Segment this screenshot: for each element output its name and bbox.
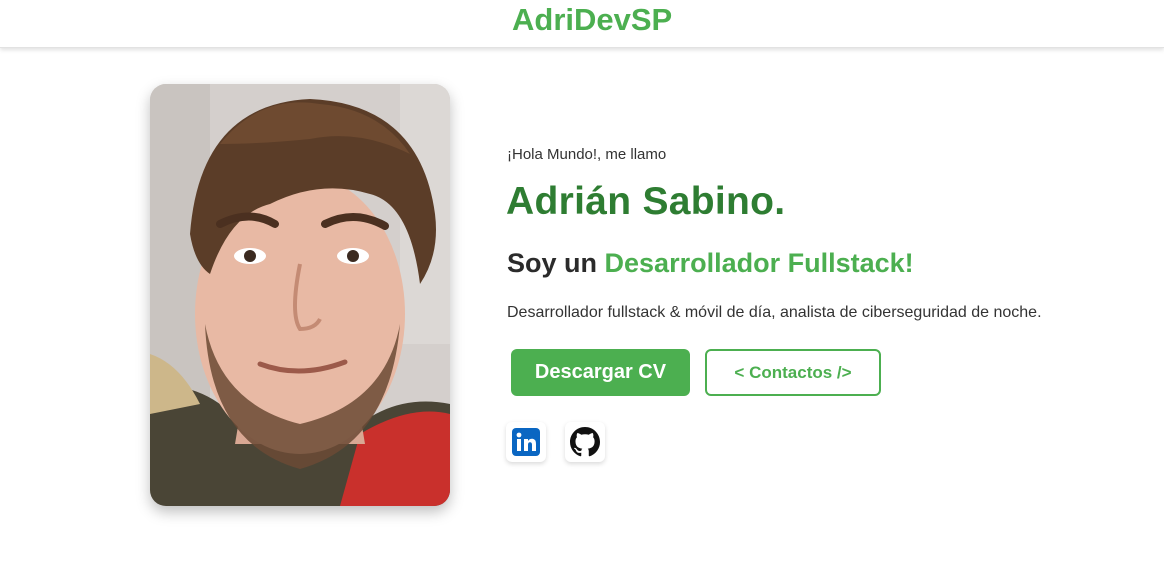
profile-photo	[150, 84, 450, 506]
profile-photo-illustration	[150, 84, 450, 506]
github-link[interactable]	[565, 422, 605, 462]
download-cv-button[interactable]: Descargar CV	[511, 349, 690, 396]
hero-role-highlight: Desarrollador Fullstack!	[604, 248, 914, 278]
linkedin-icon	[512, 428, 540, 456]
hero-role: Soy un Desarrollador Fullstack!	[507, 248, 914, 279]
linkedin-link[interactable]	[506, 422, 546, 462]
hero-name: Adrián Sabino.	[506, 180, 786, 223]
github-icon	[570, 427, 600, 457]
hero-description: Desarrollador fullstack & móvil de día, …	[507, 304, 1042, 321]
top-navbar: AdriDevSP	[0, 0, 1164, 48]
contacts-button[interactable]: < Contactos />	[705, 349, 881, 396]
brand-logo-link[interactable]: AdriDevSP	[512, 4, 672, 36]
hero-intro: ¡Hola Mundo!, me llamo	[507, 146, 667, 163]
hero-role-prefix: Soy un	[507, 248, 605, 278]
